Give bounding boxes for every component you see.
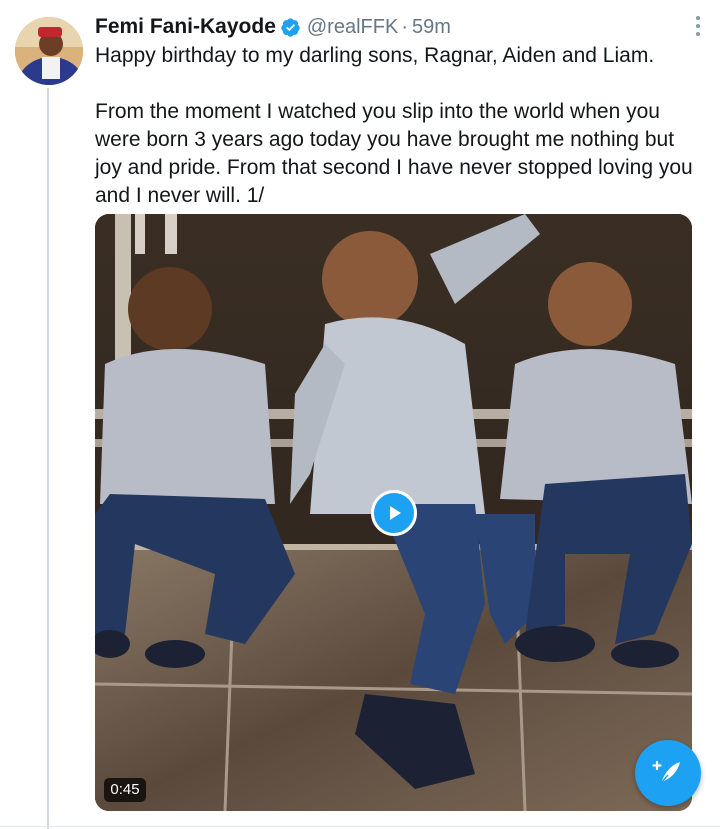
avatar[interactable]	[15, 17, 83, 85]
compose-tweet-icon[interactable]	[635, 740, 701, 806]
tweet-header: Femi Fani-Kayode @realFFK · 59m	[95, 13, 451, 41]
thread-line	[47, 88, 49, 829]
divider	[0, 826, 720, 827]
tweet-text: Happy birthday to my darling sons, Ragna…	[95, 44, 693, 207]
more-options-icon[interactable]	[694, 14, 702, 38]
separator-dot: ·	[401, 15, 408, 38]
author-handle[interactable]: @realFFK	[307, 16, 398, 39]
video-duration: 0:45	[104, 778, 146, 802]
play-icon[interactable]	[371, 490, 417, 536]
author-name[interactable]: Femi Fani-Kayode	[95, 15, 276, 39]
avatar-image	[15, 17, 83, 85]
verified-badge-icon	[280, 17, 301, 38]
timestamp[interactable]: 59m	[412, 16, 451, 39]
